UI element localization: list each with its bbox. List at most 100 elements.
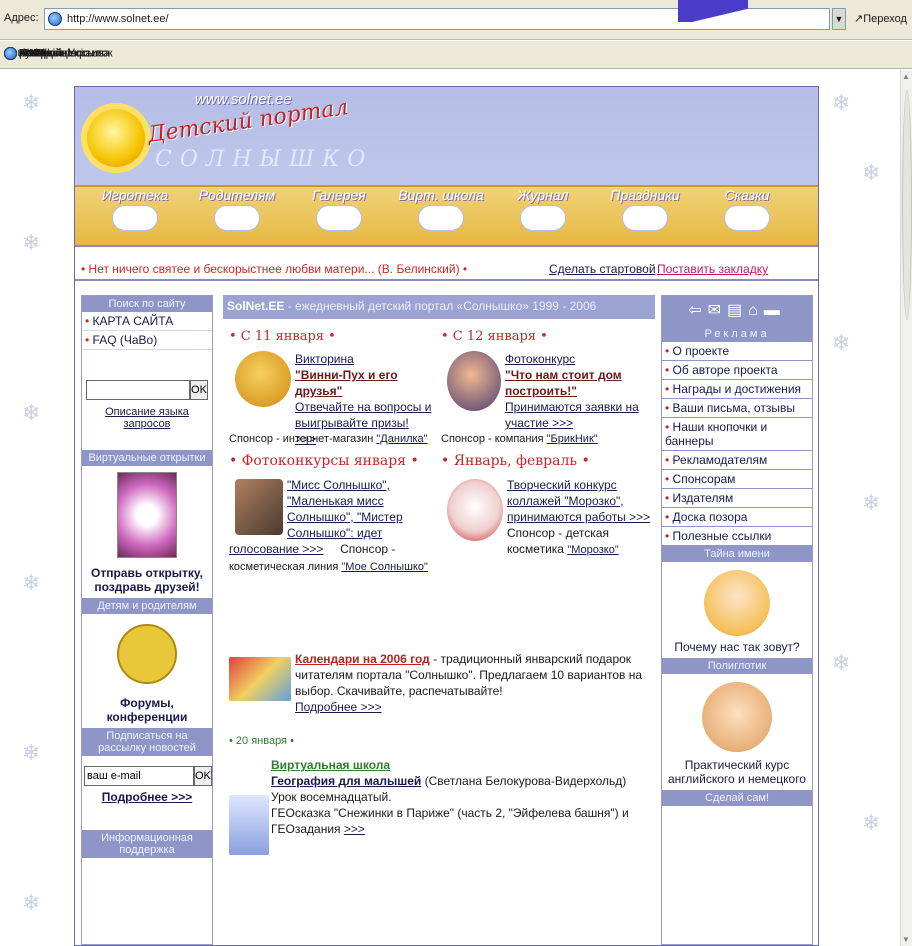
scrollbar-thumb[interactable] — [902, 90, 912, 320]
more-link[interactable]: Подробнее >>> — [82, 790, 212, 804]
advertisers-link[interactable]: Рекламодателям — [662, 451, 812, 470]
geo-more-link[interactable]: >>> — [344, 822, 365, 836]
voting-text[interactable]: Солнышко": идет — [287, 526, 382, 540]
mail-icon[interactable]: ✉ — [708, 302, 727, 319]
vertical-scrollbar[interactable]: ▲ ▼ — [900, 70, 912, 946]
calendar-more-link[interactable]: Подробнее >>> — [295, 700, 382, 714]
date-jan20: • 20 января • — [229, 735, 294, 747]
diy-header: Сделай сам! — [662, 790, 812, 806]
about-link[interactable]: О проекте — [662, 342, 812, 361]
snowflake-icon: ❄ — [832, 330, 851, 355]
winnie-image[interactable] — [235, 351, 291, 407]
house-contest-link[interactable]: "Что нам стоит дом — [505, 368, 622, 382]
quiz-desc-2[interactable]: выигрывайте призы! — [295, 416, 409, 430]
nav-tab-holidays[interactable]: Праздники — [599, 187, 691, 231]
sponsor-moe-link[interactable]: "Мое Солнышко" — [341, 561, 428, 573]
participate-link[interactable]: участие >>> — [505, 416, 573, 430]
sponsor-danilka-link[interactable]: "Данилка" — [376, 433, 427, 445]
subscribe-ok-button[interactable]: OK — [194, 766, 212, 786]
snowflake-icon: ❄ — [862, 490, 881, 515]
nav-tab-magazine[interactable]: Журнал — [497, 187, 589, 231]
cloud-icon — [214, 205, 260, 231]
cards-caption[interactable]: Отправь открытку, поздравь друзей! — [82, 564, 212, 598]
buttons-link[interactable]: Наши кнопочки и баннеры — [662, 418, 812, 451]
page-viewport: ❄ ❄ ❄ ❄ ❄ ❄ ❄ ❄ ❄ ❄ ❄ ❄ www.solnet.ee Де… — [0, 70, 900, 946]
house-contest-link-2[interactable]: построить!" — [505, 384, 577, 398]
query-language-link[interactable]: Описание языка запросов — [82, 406, 212, 430]
cloud-icon — [418, 205, 464, 231]
shame-board-link[interactable]: Доска позора — [662, 508, 812, 527]
voting-row: голосование >>> Спонсор - — [229, 541, 439, 557]
geo-title-link[interactable]: География для малышей — [271, 774, 421, 788]
sponsor-morozko-link[interactable]: "Морозко" — [567, 544, 618, 556]
language-course-caption[interactable]: Практический курс английского и немецког… — [662, 758, 812, 790]
eiffel-image[interactable] — [229, 795, 269, 855]
nav-tab-parents[interactable]: Родителям — [191, 187, 283, 231]
creative-contest-link[interactable]: Творческий конкурс — [507, 478, 617, 492]
faq-link[interactable]: FAQ (ЧаВо) — [82, 331, 212, 350]
go-button[interactable]: ↗Переход — [854, 12, 907, 25]
photo-contest-link[interactable]: Фотоконкурс — [505, 352, 575, 366]
sponsors-link[interactable]: Спонсорам — [662, 470, 812, 489]
publishers-link[interactable]: Издателям — [662, 489, 812, 508]
miss-link[interactable]: "Мисс Солнышко", — [287, 478, 390, 492]
name-caption[interactable]: Почему нас так зовут? — [662, 640, 812, 658]
nav-tab-games[interactable]: Игротека — [89, 187, 181, 231]
quiz-name-link[interactable]: "Винни-Пух и его друзья" — [295, 368, 398, 398]
snowflake-icon: ❄ — [22, 230, 41, 255]
home-icon[interactable]: ⌂ — [748, 302, 764, 319]
virtual-school-link[interactable]: Виртуальная школа — [271, 758, 390, 772]
snowflake-icon: ❄ — [22, 570, 41, 595]
back-icon[interactable]: ⇦ — [688, 302, 707, 319]
sun-logo — [87, 109, 145, 167]
santa-image[interactable] — [447, 479, 503, 541]
baby-image[interactable] — [702, 682, 772, 752]
sponsor-label: Спонсор - интернет-магазин — [229, 433, 377, 445]
nav-tab-gallery[interactable]: Галерея — [293, 187, 385, 231]
photo-contest-image[interactable] — [447, 351, 501, 411]
search-input[interactable] — [86, 380, 190, 400]
useful-links-link[interactable]: Полезные ссылки — [662, 527, 812, 546]
document-icon[interactable]: ▤ — [727, 302, 748, 319]
polyglot-header: Полиглотик — [662, 658, 812, 674]
works-link[interactable]: принимаются работы >>> — [507, 510, 650, 524]
snowflake-icon: ❄ — [832, 90, 851, 115]
forums-caption[interactable]: Форумы, конференции — [82, 694, 212, 728]
scroll-up-icon[interactable]: ▲ — [902, 72, 910, 81]
make-start-link[interactable]: Сделать стартовой — [549, 262, 656, 276]
miss-contest-block: "Мисс Солнышко", "Маленькая мисс Солнышк… — [287, 477, 437, 541]
forum-image[interactable] — [117, 624, 177, 684]
calendar-text-3: выбор. Скачивайте, распечатывайте! — [295, 684, 503, 698]
calendar-image[interactable] — [229, 657, 291, 701]
portal-frame: www.solnet.ee Детский портал СОЛНЫШКО Иг… — [74, 86, 819, 946]
quiz-link[interactable]: Викторина — [295, 352, 354, 366]
scroll-down-icon[interactable]: ▼ — [902, 935, 910, 944]
bookmark-link[interactable]: Поставить закладку — [657, 262, 768, 276]
ie-page-icon — [48, 12, 62, 26]
search-ok-button[interactable]: OK — [190, 380, 208, 400]
author-link[interactable]: Об авторе проекта — [662, 361, 812, 380]
quiz-desc-1[interactable]: Отвечайте на вопросы и — [295, 400, 431, 414]
calendar-title-link[interactable]: Календари на 2006 год — [295, 652, 430, 666]
sponsor-bricknik-link[interactable]: "БрикНик" — [547, 433, 598, 445]
voting-link[interactable]: голосование >>> — [229, 542, 323, 556]
miss-contest-image[interactable] — [235, 479, 283, 535]
chevron-down-icon[interactable]: ▼ — [832, 8, 846, 30]
email-field[interactable] — [84, 766, 194, 786]
applications-text[interactable]: Принимаются заявки на — [505, 400, 639, 414]
letters-link[interactable]: Ваши письма, отзывы — [662, 399, 812, 418]
mister-link[interactable]: Солнышко", "Мистер — [287, 510, 403, 524]
awards-link[interactable]: Награды и достижения — [662, 380, 812, 399]
nav-tab-school[interactable]: Вирт. школа — [395, 187, 487, 231]
little-miss-link[interactable]: "Маленькая мисс — [287, 494, 384, 508]
girl-image[interactable] — [704, 570, 770, 636]
nav-tab-tales[interactable]: Сказки — [701, 187, 793, 231]
morozko-block: Творческий конкурс коллажей "Морозко", п… — [507, 477, 657, 558]
geo-block: Виртуальная школа География для малышей … — [271, 757, 655, 837]
sitemap-link[interactable]: КАРТА САЙТА — [82, 312, 212, 331]
rose-card-image[interactable] — [117, 472, 177, 558]
collage-link[interactable]: коллажей "Морозко", — [507, 494, 624, 508]
estonian-flag-icon[interactable]: ▬ — [764, 302, 786, 319]
geo-tale: ГЕОсказка "Снежинки в Париже" (часть 2, … — [271, 806, 629, 820]
link-item[interactable]: AIN — [4, 47, 37, 60]
